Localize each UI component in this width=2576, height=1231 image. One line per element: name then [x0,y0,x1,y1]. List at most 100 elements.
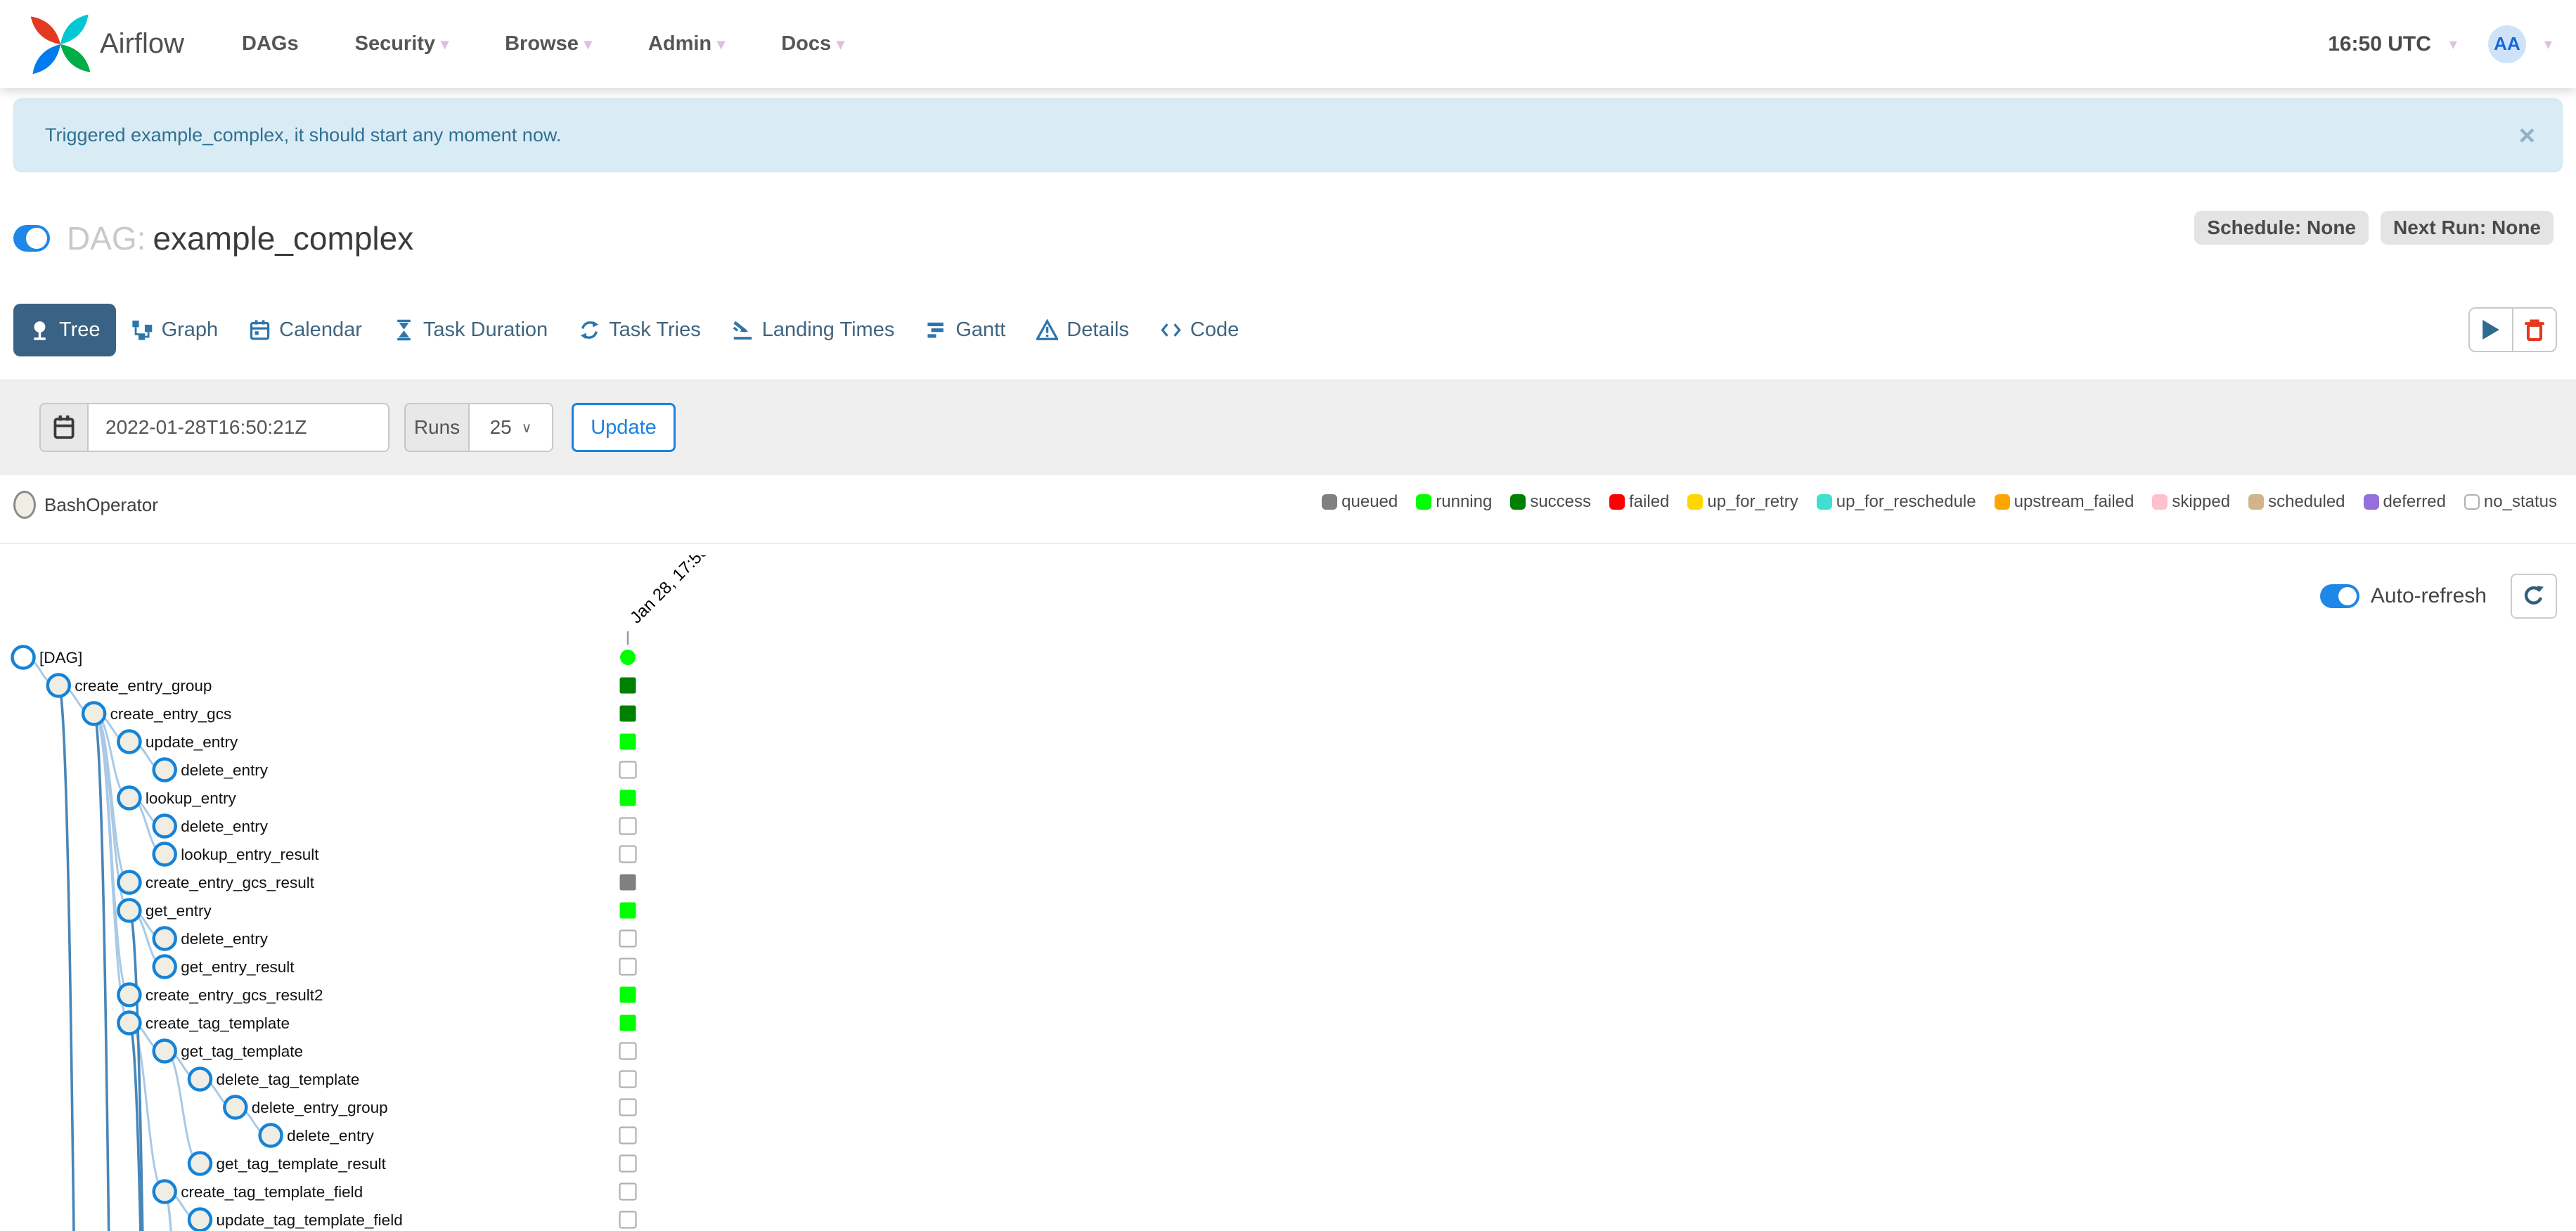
tree-node-get-tag-template[interactable] [152,1038,177,1064]
task-instance-square[interactable] [619,1042,637,1060]
nav-item-dags[interactable]: DAGs [242,32,299,56]
schedule-badge: Schedule: None [2194,211,2369,245]
dag-pause-toggle[interactable] [13,225,50,252]
runs-label: Runs [404,403,470,452]
task-instance-square[interactable] [619,874,636,891]
nav-item-docs[interactable]: Docs ▾ [781,32,844,56]
tree-node-update-tag-template-field[interactable] [187,1207,213,1231]
tree-node-label: get_tag_template [181,1043,303,1060]
tab-tree[interactable]: Tree [13,304,116,356]
tree-node-get-tag-template-result[interactable] [187,1151,213,1176]
tab-task-tries[interactable]: Task Tries [563,304,716,356]
nav-item-security[interactable]: Security ▾ [355,32,449,56]
tree-node-lookup-entry[interactable] [117,785,142,811]
tree-node-delete-entry[interactable] [152,926,177,951]
tree-node-delete-entry[interactable] [152,757,177,782]
status-label: up_for_retry [1707,492,1798,511]
task-instance-square[interactable] [619,1098,637,1116]
tab-landing-times[interactable]: Landing Times [716,304,910,356]
task-instance-square[interactable] [619,705,636,722]
bash-operator-ellipse-icon [13,491,36,519]
tree-node-label: create_entry_gcs_result [146,874,315,891]
run-timestamp-label[interactable]: Jan 28, 17:50 [626,555,712,627]
status-color-chip [1416,494,1432,510]
autorefresh-toggle[interactable] [2319,584,2359,608]
nav-item-admin[interactable]: Admin ▾ [648,32,725,56]
tree-node-get-entry-result[interactable] [152,954,177,979]
task-instance-square[interactable] [619,1154,637,1173]
task-instance-square[interactable] [619,1014,636,1031]
tree-node-label: update_tag_template_field [217,1211,403,1229]
tree-node-delete-tag-template[interactable] [187,1066,213,1092]
tab-code[interactable]: Code [1145,304,1254,356]
tree-node-label: delete_entry [181,930,269,948]
autorefresh-controls: Auto-refresh [2319,574,2557,619]
tree-node-create-entry-gcs-result[interactable] [117,870,142,895]
num-runs-select[interactable]: 25 ∨ [470,403,553,452]
tab-details[interactable]: Details [1021,304,1145,356]
task-instance-square[interactable] [619,761,637,779]
task-instance-square[interactable] [619,733,636,750]
tab-task-duration[interactable]: Task Duration [378,304,563,356]
trash-icon [2523,318,2546,342]
task-instance-square[interactable] [619,817,637,835]
nav-item-browse[interactable]: Browse ▾ [505,32,592,56]
tree-node-delete-entry-group[interactable] [223,1095,248,1120]
tree-node-label: delete_entry [287,1127,375,1145]
avatar-caret-icon[interactable]: ▾ [2544,35,2552,53]
task-instance-square[interactable] [619,1182,637,1201]
trigger-dag-button[interactable] [2470,309,2512,351]
tree-node-label: update_entry [146,733,238,751]
avatar[interactable]: AA [2487,25,2526,63]
task-instance-square[interactable] [619,1070,637,1088]
num-runs-group: Runs 25 ∨ [404,403,553,452]
tree-node-create-tag-template[interactable] [117,1010,142,1036]
tree-node-create-entry-gcs-result2[interactable] [117,982,142,1007]
runs-value: 25 [489,416,512,438]
warning-triangle-icon [1036,319,1059,341]
tree-node-lookup-entry-result[interactable] [152,842,177,867]
task-instance-square[interactable] [619,1126,637,1145]
utc-clock[interactable]: 16:50 UTC [2328,32,2431,56]
tab-calendar[interactable]: Calendar [233,304,378,356]
brand-name: Airflow [100,28,185,59]
tree-node-update-entry[interactable] [117,729,142,754]
task-instance-square[interactable] [619,929,637,948]
task-instance-square[interactable] [619,958,637,976]
legend-status-success: success [1510,492,1591,512]
task-instance-square[interactable] [619,902,636,919]
status-color-chip [1510,494,1526,510]
tree-node-delete-entry[interactable] [152,813,177,839]
tab-gantt[interactable]: Gantt [910,304,1021,356]
tree-node-label: delete_tag_template [217,1071,360,1088]
alert-close-icon[interactable]: × [2519,122,2535,150]
tree-node-label: delete_entry [181,761,269,779]
delete-dag-button[interactable] [2512,309,2556,351]
task-instance-square[interactable] [619,789,636,806]
tab-label: Gantt [955,318,1006,341]
tree-node-create-tag-template-field[interactable] [152,1179,177,1204]
refresh-button[interactable] [2511,574,2557,619]
tab-graph[interactable]: Graph [116,304,234,356]
task-instance-square[interactable] [619,1211,637,1229]
tree-node-create-entry-group[interactable] [46,673,72,698]
legend-status-up-for-retry: up_for_retry [1687,492,1798,512]
airflow-brand[interactable]: Airflow [28,12,184,77]
status-color-chip [1816,494,1832,510]
chevron-down-icon: ▾ [837,34,845,53]
legend-status-running: running [1416,492,1492,512]
task-instance-square[interactable] [619,845,637,863]
update-button[interactable]: Update [572,403,676,452]
tree-node-dag[interactable] [11,645,36,670]
tree-node-get-entry[interactable] [117,898,142,923]
clock-caret-icon[interactable]: ▾ [2449,35,2457,53]
tree-node-delete-entry[interactable] [258,1123,283,1148]
task-instance-square[interactable] [619,986,636,1003]
task-instance-square[interactable] [619,677,636,694]
dag-run-circle[interactable] [620,650,636,665]
base-date-input[interactable] [89,403,389,452]
select-caret-icon: ∨ [521,420,532,436]
plane-arrival-icon [732,319,754,341]
status-color-chip [2464,494,2480,510]
tree-node-create-entry-gcs[interactable] [81,701,107,726]
